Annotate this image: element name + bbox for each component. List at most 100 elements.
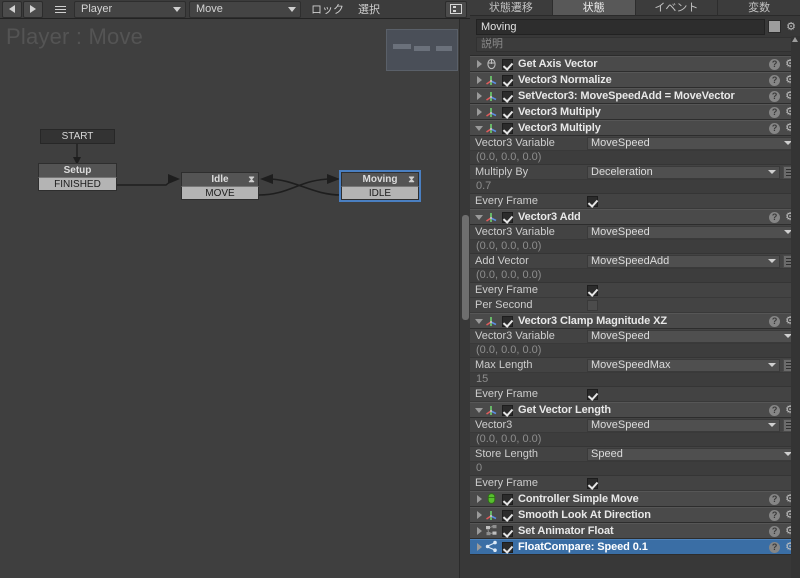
parameter-label: Vector3 Variable: [475, 226, 555, 238]
action-header[interactable]: SetVector3: MoveSpeedAdd = MoveVector?⚙: [470, 88, 800, 104]
parameter-value-field[interactable]: (0.0, 0.0, 0.0): [470, 240, 800, 254]
action-header[interactable]: Get Vector Length?⚙: [470, 402, 800, 418]
tab-events[interactable]: イベント: [635, 0, 719, 16]
variable-dropdown[interactable]: MoveSpeed: [587, 329, 796, 343]
chevron-right-icon[interactable]: [473, 108, 485, 116]
state-node-moving[interactable]: Moving ⧗ IDLE: [339, 170, 421, 202]
action-header[interactable]: Vector3 Clamp Magnitude XZ?⚙: [470, 313, 800, 329]
parameter-checkbox[interactable]: [587, 195, 598, 207]
chevron-right-icon[interactable]: [473, 511, 485, 519]
help-icon[interactable]: ?: [769, 509, 781, 521]
chevron-right-icon[interactable]: [473, 92, 485, 100]
action-header[interactable]: FloatCompare: Speed 0.1?⚙: [470, 539, 800, 555]
parameter-checkbox[interactable]: [587, 477, 598, 489]
help-icon[interactable]: ?: [769, 541, 781, 553]
chevron-right-icon[interactable]: [473, 543, 485, 551]
action-enabled-checkbox[interactable]: [502, 509, 513, 521]
parameter-value-field[interactable]: (0.0, 0.0, 0.0): [470, 344, 800, 358]
variable-dropdown[interactable]: MoveSpeed: [587, 225, 796, 239]
state-name-input[interactable]: Moving: [476, 18, 765, 35]
action-enabled-checkbox[interactable]: [502, 58, 513, 70]
chevron-right-icon[interactable]: [473, 527, 485, 535]
parameter-value-field[interactable]: 0: [470, 462, 800, 476]
help-icon[interactable]: ?: [769, 122, 781, 134]
canvas-scrollbar-thumb[interactable]: [462, 215, 469, 320]
variable-dropdown[interactable]: MoveSpeedMax: [587, 358, 780, 372]
action-enabled-checkbox[interactable]: [502, 90, 513, 102]
tab-state[interactable]: 状態: [552, 0, 636, 16]
state-node-transition[interactable]: MOVE: [181, 186, 259, 200]
action-header[interactable]: Vector3 Multiply?⚙: [470, 104, 800, 120]
chevron-down-icon[interactable]: [473, 125, 485, 131]
help-icon[interactable]: ?: [769, 58, 781, 70]
forward-button[interactable]: [23, 0, 43, 18]
action-enabled-checkbox[interactable]: [502, 493, 513, 505]
fsm-selector[interactable]: Move: [189, 0, 301, 18]
parameter-value-field[interactable]: (0.0, 0.0, 0.0): [470, 433, 800, 447]
state-node-transition[interactable]: FINISHED: [38, 177, 117, 191]
state-description-input[interactable]: 説明: [476, 37, 798, 52]
minimap[interactable]: [386, 29, 458, 71]
action-header[interactable]: Set Animator Float?⚙: [470, 523, 800, 539]
variable-dropdown[interactable]: MoveSpeed: [587, 136, 796, 150]
tab-state-transitions[interactable]: 状態遷移: [470, 0, 553, 16]
help-icon[interactable]: ?: [769, 211, 781, 223]
chevron-down-icon[interactable]: [473, 407, 485, 413]
action-header[interactable]: Get Axis Vector?⚙: [470, 56, 800, 72]
help-icon[interactable]: ?: [769, 106, 781, 118]
help-icon[interactable]: ?: [769, 493, 781, 505]
variable-dropdown[interactable]: Speed: [587, 447, 796, 461]
game-object-selector[interactable]: Player: [74, 0, 186, 18]
parameter-value-field[interactable]: (0.0, 0.0, 0.0): [470, 151, 800, 165]
chevron-right-icon[interactable]: [473, 60, 485, 68]
action-header[interactable]: Controller Simple Move?⚙: [470, 491, 800, 507]
panel-vertical-scrollbar[interactable]: [791, 36, 800, 578]
variable-dropdown[interactable]: Deceleration: [587, 165, 780, 179]
main-menu-button[interactable]: [49, 1, 71, 18]
action-header[interactable]: Vector3 Normalize?⚙: [470, 72, 800, 88]
parameter-value-field[interactable]: 0.7: [470, 180, 800, 194]
back-button[interactable]: [2, 0, 22, 18]
action-enabled-checkbox[interactable]: [502, 315, 513, 327]
action-enabled-checkbox[interactable]: [502, 74, 513, 86]
parameter-checkbox[interactable]: [587, 388, 598, 400]
state-color-swatch[interactable]: [768, 20, 781, 33]
chevron-down-icon[interactable]: [473, 318, 485, 324]
action-enabled-checkbox[interactable]: [502, 525, 513, 537]
scroll-up-icon[interactable]: [792, 37, 798, 42]
chevron-down-icon[interactable]: [473, 214, 485, 220]
action-enabled-checkbox[interactable]: [502, 211, 513, 223]
tab-variables[interactable]: 変数: [718, 0, 800, 16]
fsm-graph-canvas[interactable]: Player : Move START Setup FINISHED Idle …: [0, 19, 465, 578]
variable-dropdown[interactable]: MoveSpeedAdd: [587, 254, 780, 268]
state-node-transition[interactable]: IDLE: [341, 186, 419, 200]
help-icon[interactable]: ?: [769, 90, 781, 102]
state-node-setup[interactable]: Setup FINISHED: [38, 163, 117, 191]
action-enabled-checkbox[interactable]: [502, 106, 513, 118]
layout-button[interactable]: [445, 0, 467, 18]
variable-dropdown[interactable]: MoveSpeed: [587, 418, 780, 432]
chevron-right-icon[interactable]: [473, 76, 485, 84]
parameter-value-field[interactable]: (0.0, 0.0, 0.0): [470, 269, 800, 283]
state-node-idle[interactable]: Idle ⧗ MOVE: [181, 172, 259, 200]
parameter-checkbox[interactable]: [587, 299, 598, 311]
canvas-vertical-scrollbar[interactable]: [459, 19, 470, 578]
start-node[interactable]: START: [40, 129, 115, 144]
action-enabled-checkbox[interactable]: [502, 541, 513, 553]
action-header[interactable]: Vector3 Add?⚙: [470, 209, 800, 225]
action-header[interactable]: Smooth Look At Direction?⚙: [470, 507, 800, 523]
help-icon[interactable]: ?: [769, 525, 781, 537]
lock-button[interactable]: ロック: [307, 1, 348, 18]
chevron-right-icon[interactable]: [473, 495, 485, 503]
state-settings-gear-icon[interactable]: ⚙: [784, 20, 798, 34]
select-button[interactable]: 選択: [354, 1, 384, 18]
action-enabled-checkbox[interactable]: [502, 122, 513, 134]
help-icon[interactable]: ?: [769, 404, 781, 416]
parameter-checkbox-row: Every Frame: [470, 283, 800, 298]
help-icon[interactable]: ?: [769, 74, 781, 86]
action-enabled-checkbox[interactable]: [502, 404, 513, 416]
action-header[interactable]: Vector3 Multiply?⚙: [470, 120, 800, 136]
help-icon[interactable]: ?: [769, 315, 781, 327]
parameter-value-field[interactable]: 15: [470, 373, 800, 387]
parameter-checkbox[interactable]: [587, 284, 598, 296]
